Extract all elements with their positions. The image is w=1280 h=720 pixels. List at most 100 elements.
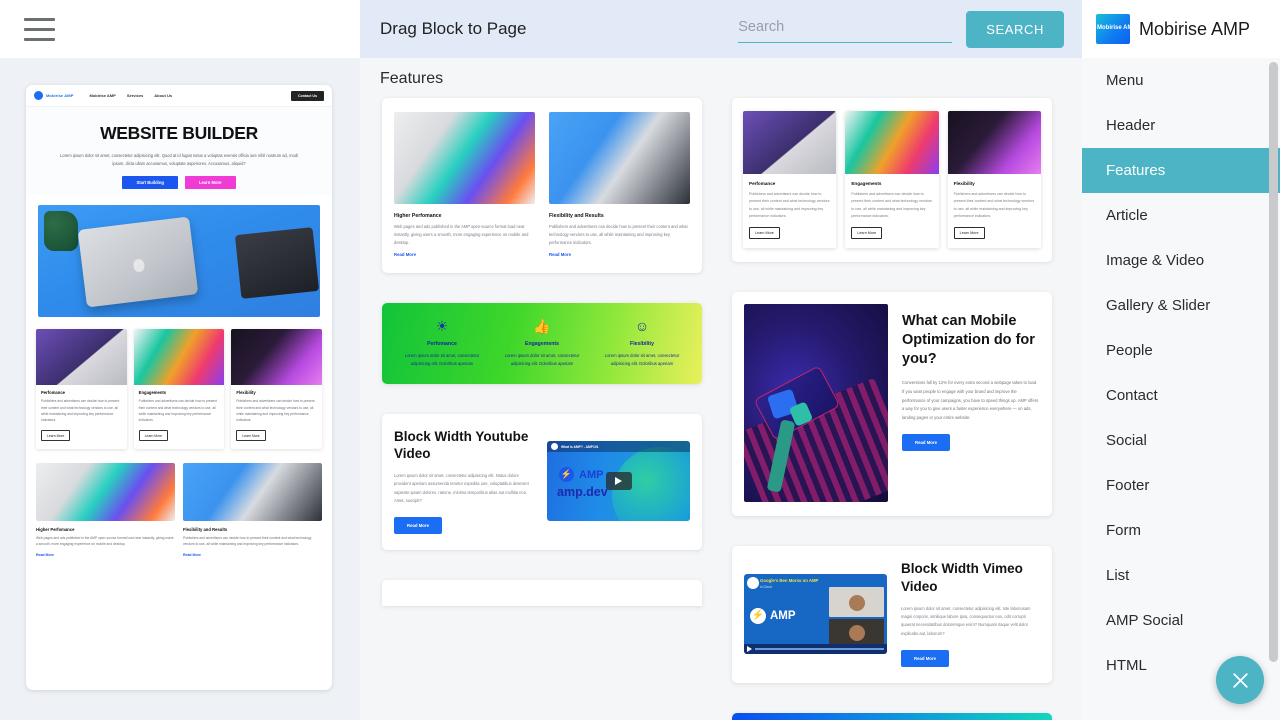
block-card-text: Publishers and advertisers can decide ho… [851, 192, 932, 219]
close-panel-button[interactable] [1216, 656, 1264, 704]
block-read-more-button[interactable]: Read More [902, 434, 950, 452]
preview-card[interactable]: Perfomance Publishers and advertisers ca… [36, 329, 127, 449]
block-card-learn-more-button[interactable]: Learn More [953, 227, 985, 240]
play-icon[interactable] [605, 472, 632, 491]
card-learn-more-button[interactable]: Learn More [236, 430, 266, 442]
sidebar-item-footer[interactable]: Footer [1082, 463, 1280, 508]
laptop-decoration [77, 216, 199, 308]
block-column-left: Higher Perfomance Web pages and ads publ… [382, 98, 702, 720]
wide-text: Publishers and advertisers can decide ho… [183, 535, 312, 547]
block-image [549, 112, 690, 204]
sidebar-item-gallery-slider[interactable]: Gallery & Slider [1082, 283, 1280, 328]
block-two-up-feature[interactable]: Higher Perfomance Web pages and ads publ… [382, 98, 702, 274]
preview-nav-item[interactable]: About Us [154, 93, 172, 98]
preview-hero-buttons: Start Building Learn More [40, 176, 318, 190]
video-title: Google's Ben Morss on AMP [760, 577, 819, 583]
preview-start-building-button[interactable]: Start Building [122, 176, 178, 190]
vimeo-video-thumbnail[interactable]: Google's Ben Morss on AMP in Cloud ⚡ AMP [744, 573, 887, 654]
preview-hero-title: WEBSITE BUILDER [100, 123, 258, 143]
block-photo [744, 304, 888, 503]
block-card-title: Flexibility [953, 181, 975, 186]
wide-read-more-link[interactable]: Read More [36, 553, 175, 557]
block-cell-title: Higher Perfomance [394, 213, 442, 219]
search-input[interactable] [738, 15, 953, 43]
search-button[interactable]: SEARCH [966, 10, 1064, 48]
video-subtitle: in Cloud [760, 584, 772, 589]
wide-read-more-link[interactable]: Read More [183, 553, 322, 557]
sidebar-item-menu[interactable]: Menu [1082, 58, 1280, 103]
video-controls[interactable] [744, 643, 887, 654]
sidebar-item-contact[interactable]: Contact [1082, 373, 1280, 418]
sidebar-brand-bar: Mobirise AMP Mobirise AMP [1082, 0, 1280, 58]
block-card-text: Publishers and advertisers can decide ho… [749, 192, 830, 219]
speaker-face [849, 594, 865, 611]
card-image [133, 329, 225, 386]
preview-nav-item[interactable]: Mobirise AMP [90, 93, 116, 98]
site-preview-canvas[interactable]: Mobirise AMP Mobirise AMP Services About… [26, 85, 332, 690]
block-gradient-placeholder[interactable] [732, 713, 1052, 720]
block-text: Conversions fall by 12% for every extra … [902, 379, 1039, 421]
preview-wide-item[interactable]: Higher Perfomance Web pages and ads publ… [36, 462, 175, 557]
sidebar-item-people[interactable]: People [1082, 328, 1280, 373]
youtube-video-thumbnail[interactable]: What is AMP? - AMP101 ⚡ AMP amp.dev [547, 441, 690, 522]
card-title: Flexibility [236, 390, 256, 396]
sidebar-item-social[interactable]: Social [1082, 418, 1280, 463]
video-domain: amp.dev [557, 485, 608, 500]
preview-hero-image [38, 205, 320, 318]
block-cell-text: Publishers and advertisers can decide ho… [549, 224, 688, 245]
section-title: Features [380, 70, 444, 87]
hamburger-icon[interactable] [24, 18, 55, 41]
block-mobile-optimization[interactable]: What can Mobile Optimization do for you?… [732, 292, 1052, 517]
green-feature-text: Lorem ipsum dolor sit amet, consectetur … [604, 353, 680, 367]
sidebar-item-amp-social[interactable]: AMP Social [1082, 598, 1280, 643]
sidebar-item-list[interactable]: List [1082, 553, 1280, 598]
lightbulb-icon: ☀ [435, 318, 449, 335]
card-learn-more-button[interactable]: Learn More [138, 430, 169, 442]
logo-text: Mobirise AMP [1097, 25, 1130, 31]
block-read-more-link[interactable]: Read More [549, 252, 690, 257]
preview-card[interactable]: Engagements Publishers and advertisers c… [133, 329, 225, 449]
block-placeholder-left[interactable] [382, 580, 702, 607]
preview-learn-more-button[interactable]: Learn More [184, 176, 236, 190]
block-three-cards[interactable]: Perfomance Publishers and advertisers ca… [732, 98, 1052, 263]
preview-card[interactable]: Flexibility Publishers and advertisers c… [231, 329, 323, 449]
block-card-learn-more-button[interactable]: Learn More [851, 227, 883, 240]
sidebar-item-features[interactable]: Features [1082, 148, 1280, 193]
block-youtube-video[interactable]: Block Width Youtube Video Lorem ipsum do… [382, 413, 702, 551]
card-title: Perfomance [41, 390, 65, 396]
block-cell: Flexibility and Results Publishers and a… [549, 112, 690, 257]
green-feature-item: 👍 Engagements Lorem ipsum dolor sit amet… [492, 319, 592, 368]
sidebar-scrollbar-thumb[interactable] [1269, 62, 1278, 662]
block-column-right: Perfomance Publishers and advertisers ca… [732, 98, 1052, 720]
sidebar-item-header[interactable]: Header [1082, 103, 1280, 148]
block-title: Block Width Youtube Video [394, 428, 529, 462]
block-card-learn-more-button[interactable]: Learn More [749, 227, 780, 240]
amp-label: AMP [579, 468, 604, 481]
preview-logo-icon [34, 91, 43, 100]
green-feature-text: Lorem ipsum dolor sit amet, consectetur … [504, 353, 580, 367]
preview-wide-item[interactable]: Flexibility and Results Publishers and a… [183, 462, 322, 557]
sidebar-item-article[interactable]: Article [1082, 193, 1280, 238]
block-vimeo-video[interactable]: Block Width Vimeo Video Lorem ipsum dolo… [732, 546, 1052, 684]
progress-track[interactable] [755, 648, 884, 650]
block-read-more-button[interactable]: Read More [901, 650, 949, 668]
block-read-more-button[interactable]: Read More [394, 517, 442, 535]
wide-image [183, 462, 322, 521]
preview-brand: Mobirise AMP [46, 93, 74, 98]
preview-nav-item[interactable]: Services [127, 93, 143, 98]
block-green-features[interactable]: ☀ Perfomance Lorem ipsum dolor sit amet,… [382, 303, 702, 384]
plant-decoration [44, 211, 78, 252]
card-learn-more-button[interactable]: Learn More [41, 430, 71, 442]
green-feature-item: ☀ Perfomance Lorem ipsum dolor sit amet,… [392, 319, 492, 368]
app-root: Mobirise AMP Mobirise AMP Services About… [0, 0, 1280, 720]
play-icon[interactable] [747, 645, 752, 652]
sidebar-item-image-video[interactable]: Image & Video [1082, 238, 1280, 283]
block-card-image [743, 111, 837, 174]
preview-nav-items: Mobirise AMP Services About Us [90, 93, 173, 98]
speaker-face [849, 624, 865, 641]
block-read-more-link[interactable]: Read More [394, 252, 535, 257]
sidebar-item-form[interactable]: Form [1082, 508, 1280, 553]
wide-title: Higher Perfomance [36, 526, 75, 532]
preview-contact-button[interactable]: Contact Us [291, 90, 324, 101]
green-feature-title: Flexibility [630, 341, 654, 348]
